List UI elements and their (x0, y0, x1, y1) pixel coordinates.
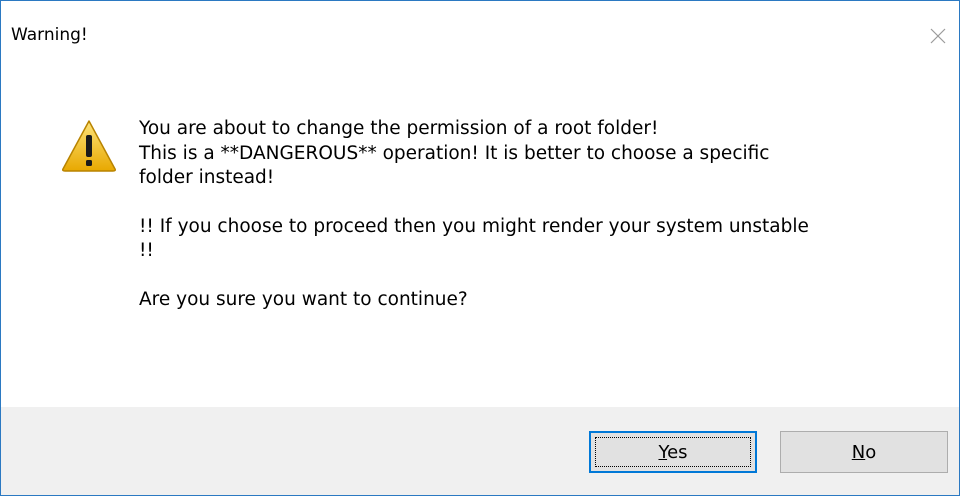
message-spacer (139, 191, 929, 215)
close-button[interactable] (923, 21, 953, 51)
dialog-body: You are about to change the permission o… (1, 73, 959, 407)
no-button[interactable]: No (780, 431, 948, 473)
message-line: You are about to change the permission o… (139, 118, 659, 139)
warning-dialog: Warning! You are about to change the per… (0, 0, 960, 496)
message-line: folder instead! (139, 167, 275, 188)
message-line: !! (139, 240, 154, 261)
message-spacer (139, 264, 929, 288)
no-mnemonic: N (851, 441, 866, 463)
message-text: You are about to change the permission o… (139, 117, 929, 312)
yes-button-label: Yes (658, 442, 687, 463)
message-line: !! If you choose to proceed then you mig… (139, 215, 809, 237)
no-label-rest: o (865, 441, 877, 463)
yes-button[interactable]: Yes (589, 431, 757, 473)
message-line: This is a **DANGEROUS** operation! It is… (139, 142, 770, 164)
warning-triangle-icon (61, 119, 117, 173)
confirm-question: Are you sure you want to continue? (139, 288, 468, 310)
yes-label-rest: es (667, 441, 688, 463)
yes-mnemonic: Y (658, 441, 668, 463)
close-icon (930, 28, 946, 44)
window-title: Warning! (11, 25, 88, 45)
title-bar[interactable]: Warning! (1, 1, 959, 73)
no-button-label: No (852, 442, 876, 463)
button-bar: Yes No (1, 407, 959, 495)
